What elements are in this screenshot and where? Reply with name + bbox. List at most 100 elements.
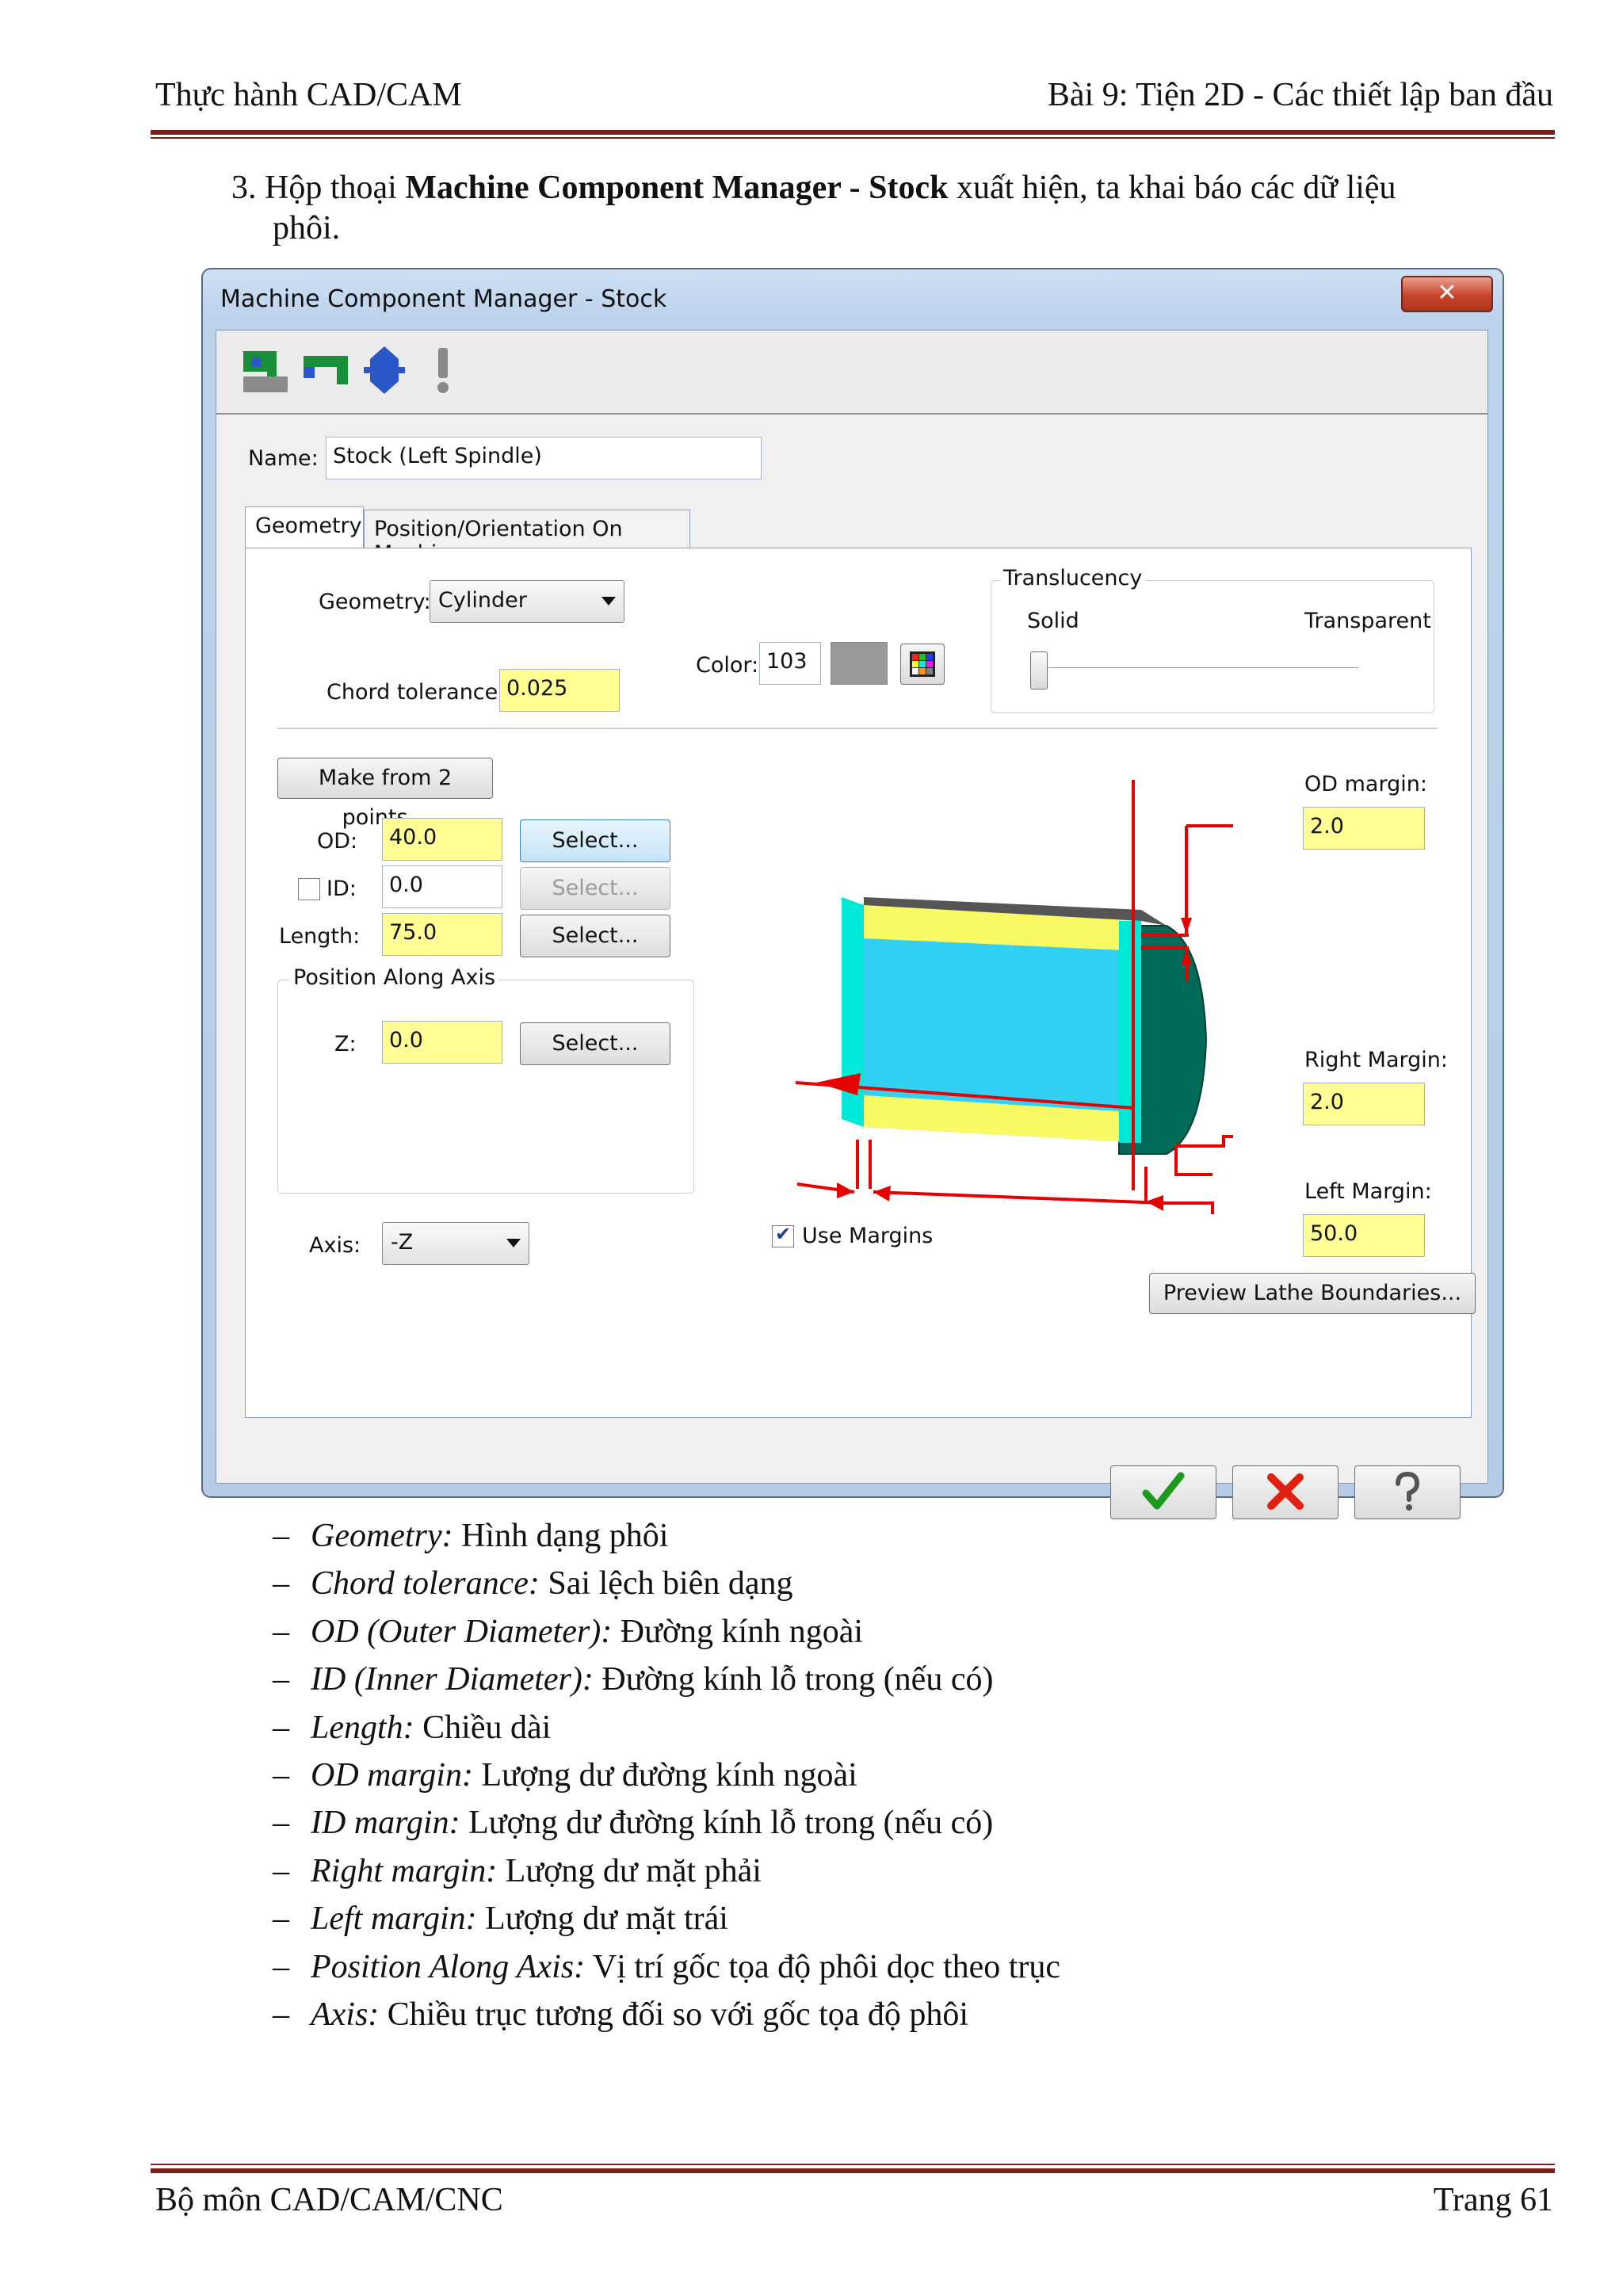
bullet-dash: – — [273, 1709, 289, 1746]
stock-dialog: Machine Component Manager - Stock ✕ Name… — [201, 268, 1504, 1519]
footer-rule-thin — [151, 2164, 1555, 2165]
list-item-term: Position Along Axis: — [311, 1948, 586, 1985]
list-item: – ID (Inner Diameter): Đường kính lỗ tron… — [273, 1656, 1060, 1703]
component-toolbar — [216, 330, 1487, 415]
list-item-term: OD margin: — [311, 1757, 473, 1794]
translucency-slider[interactable] — [1030, 651, 1048, 690]
color-swatch — [831, 642, 888, 685]
chuck-icon[interactable] — [300, 345, 351, 395]
bullet-dash: – — [273, 1518, 289, 1554]
length-select-button[interactable]: Select... — [520, 915, 670, 957]
id-label: ID: — [327, 877, 357, 901]
ok-button[interactable] — [1110, 1465, 1216, 1519]
list-item-term: Right margin: — [311, 1852, 498, 1889]
length-input[interactable]: 75.0 — [382, 913, 502, 956]
id-select-button[interactable]: Select... — [520, 867, 670, 910]
position-along-axis-group — [277, 980, 694, 1194]
bullet-dash: – — [273, 1805, 289, 1842]
dialog-title: Machine Component Manager - Stock — [220, 285, 667, 313]
list-item-description: Lượng dư mặt trái — [476, 1901, 728, 1938]
z-input[interactable]: 0.0 — [382, 1021, 502, 1064]
bullet-dash: – — [273, 1661, 289, 1698]
preview-lathe-boundaries-button[interactable]: Preview Lathe Boundaries... — [1149, 1273, 1476, 1314]
left-margin-label: Left Margin: — [1304, 1179, 1432, 1204]
help-button[interactable] — [1354, 1465, 1461, 1519]
stock-diagram — [795, 780, 1233, 1214]
list-item-term: OD (Outer Diameter): — [311, 1613, 613, 1650]
list-item: – Axis: Chiều trục tương đối so với gốc t… — [273, 1991, 1060, 2038]
bullet-dash: – — [273, 1757, 289, 1794]
tailstock-icon[interactable] — [359, 345, 410, 395]
bullet-dash: – — [273, 1996, 289, 2034]
steady-rest-icon[interactable] — [418, 345, 468, 395]
right-margin-input[interactable]: 2.0 — [1303, 1083, 1425, 1125]
checkmark-icon — [1142, 1472, 1185, 1510]
list-item: – Length: Chiều dài — [273, 1704, 1060, 1752]
color-picker-button[interactable] — [900, 644, 945, 685]
list-item: – OD (Outer Diameter): Đường kính ngoài — [273, 1608, 1060, 1656]
length-label: Length: — [279, 924, 361, 949]
position-along-axis-label: Position Along Axis — [290, 965, 499, 990]
list-item-description: Vị trí gốc tọa độ phôi dọc theo trục — [585, 1948, 1061, 1985]
list-item-description: Đường kính lỗ trong (nếu có) — [593, 1661, 994, 1698]
solid-label: Solid — [1027, 609, 1079, 633]
list-item: – ID margin: Lượng dư đường kính lỗ trong… — [273, 1799, 1060, 1847]
list-item-description: Hình dạng phôi — [453, 1518, 669, 1554]
translucency-group — [991, 580, 1434, 713]
color-number-input[interactable]: 103 — [759, 642, 821, 685]
bullet-dash: – — [273, 1613, 289, 1650]
od-input[interactable]: 40.0 — [382, 818, 502, 861]
list-item-description: Lượng dư đường kính lỗ trong (nếu có) — [460, 1805, 994, 1842]
id-input[interactable]: 0.0 — [382, 865, 502, 908]
header-rule-thin — [151, 137, 1555, 139]
chord-tolerance-label: Chord tolerance: — [327, 680, 506, 705]
make-from-2-points-button[interactable]: Make from 2 points... — [277, 758, 493, 830]
list-item-description: Đường kính ngoài — [612, 1613, 864, 1650]
bullet-dash: – — [273, 1565, 289, 1603]
od-margin-label: OD margin: — [1304, 772, 1427, 797]
geometry-select[interactable]: Cylinder — [430, 580, 624, 623]
list-item-term: Length: — [311, 1709, 414, 1746]
color-palette-icon — [910, 651, 935, 677]
page-header: Thực hành CAD/CAM Bài 9: Tiện 2D - Các t… — [155, 76, 1553, 124]
z-select-button[interactable]: Select... — [520, 1022, 670, 1065]
geometry-tab-panel: Geometry: Cylinder Chord tolerance: 0.02… — [245, 548, 1476, 1418]
cancel-button[interactable] — [1232, 1465, 1338, 1519]
bullet-dash: – — [273, 1901, 289, 1938]
step-paragraph-line2: phôi. — [273, 210, 341, 246]
list-item-term: Axis: — [311, 1996, 380, 2034]
red-x-icon — [1267, 1473, 1304, 1510]
axis-select[interactable]: -Z — [382, 1222, 529, 1265]
list-item-description: Chiều dài — [414, 1709, 552, 1746]
footer-rule — [151, 2168, 1555, 2173]
left-margin-input[interactable]: 50.0 — [1303, 1214, 1425, 1257]
transparent-label: Transparent — [1304, 609, 1431, 633]
dialog-client-area: Name: Stock (Left Spindle) Geometry Posi… — [216, 330, 1488, 1519]
question-mark-icon — [1396, 1471, 1420, 1511]
footer-page-number: Trang 61 — [1433, 2182, 1553, 2218]
use-margins-checkbox[interactable] — [772, 1223, 794, 1247]
chevron-down-icon — [601, 597, 616, 606]
list-item-description: Lượng dư mặt phải — [497, 1852, 762, 1889]
od-margin-input[interactable]: 2.0 — [1303, 807, 1425, 850]
separator — [277, 728, 1438, 729]
id-checkbox[interactable] — [298, 878, 320, 900]
close-button[interactable]: ✕ — [1401, 276, 1493, 312]
stock-icon[interactable] — [240, 345, 291, 395]
header-lesson-title: Bài 9: Tiện 2D - Các thiết lập ban đầu — [1047, 77, 1553, 113]
chevron-down-icon — [506, 1239, 521, 1247]
bullet-dash: – — [273, 1852, 289, 1889]
od-select-button[interactable]: Select... — [520, 819, 670, 862]
header-rule — [151, 130, 1555, 135]
list-item: – Right margin: Lượng dư mặt phải — [273, 1847, 1060, 1895]
footer-department: Bộ môn CAD/CAM/CNC — [155, 2182, 503, 2218]
tab-geometry[interactable]: Geometry — [245, 506, 364, 549]
list-item-term: Chord tolerance: — [311, 1565, 540, 1603]
chord-tolerance-input[interactable]: 0.025 — [499, 669, 620, 712]
translucency-track — [1037, 667, 1358, 672]
z-label: Z: — [334, 1032, 357, 1056]
list-item: – Chord tolerance: Sai lệch biên dạng — [273, 1560, 1060, 1607]
color-label: Color: — [696, 653, 759, 678]
name-input[interactable]: Stock (Left Spindle) — [326, 437, 762, 479]
tab-position-orientation[interactable]: Position/Orientation On Machine — [364, 510, 690, 566]
